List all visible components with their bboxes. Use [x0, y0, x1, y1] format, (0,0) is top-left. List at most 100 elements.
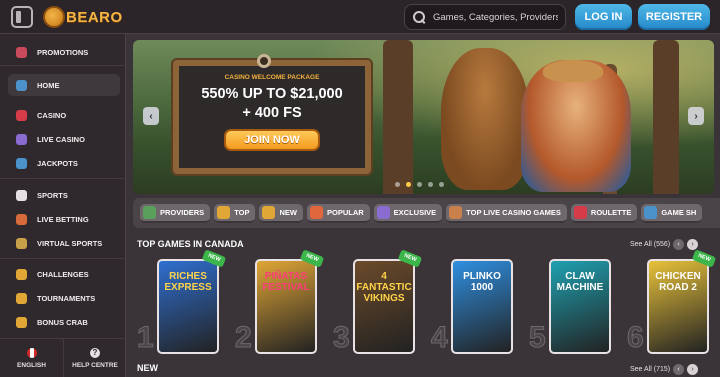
sidebar-item-casino[interactable]: CASINO	[8, 105, 120, 125]
main-content: CASINO WELCOME PACKAGE 550% UP TO $21,00…	[127, 34, 720, 377]
games-prev-button[interactable]: ‹	[673, 239, 685, 250]
register-button[interactable]: REGISTER	[638, 4, 710, 30]
cherry-icon	[16, 109, 27, 121]
cards-icon	[16, 133, 27, 145]
sidebar-divider	[0, 258, 126, 259]
game-tile[interactable]: 2 PIÑATAS FESTIVAL NEW	[235, 249, 325, 359]
category-new[interactable]: NEW	[259, 203, 303, 223]
sidebar-item-tournaments[interactable]: TOURNAMENTS	[8, 288, 120, 308]
game-thumbnail[interactable]: PLINKO 1000	[451, 259, 513, 354]
category-game-sh[interactable]: GAME SH	[641, 203, 703, 223]
new-next-button[interactable]: ›	[687, 364, 699, 375]
category-roulette[interactable]: ROULETTE	[570, 203, 638, 223]
promo-banner[interactable]: CASINO WELCOME PACKAGE 550% UP TO $21,00…	[133, 40, 714, 194]
sidebar-item-promotions[interactable]: PROMOTIONS	[8, 42, 120, 62]
promo-headline-line2: + 400 FS	[242, 105, 302, 121]
search-box[interactable]	[404, 4, 566, 30]
category-bar: PROVIDERS TOP NEW POPULAR EXCLUSIVE TOP LIVE …	[133, 198, 720, 228]
game-tile[interactable]: 1 RICHES EXPRESS NEW	[137, 249, 227, 359]
sidebar-item-label: CHALLENGES	[37, 269, 89, 279]
banner-dot[interactable]	[417, 182, 422, 187]
sidebar-item-label: HOME	[37, 80, 60, 90]
sidebar-item-label: LIVE CASINO	[37, 134, 85, 144]
language-selector[interactable]: ENGLISH	[0, 339, 63, 377]
banner-next-button[interactable]: ›	[688, 107, 704, 125]
sidebar-item-label: LIVE BETTING	[37, 214, 89, 224]
game-thumbnail[interactable]: CHICKEN ROAD 2	[647, 259, 709, 354]
see-all-link[interactable]: See All (715)	[630, 366, 670, 373]
sidebar-item-label: BONUS CRAB	[37, 317, 88, 327]
lightning-icon	[262, 205, 276, 219]
sidebar-item-live-betting[interactable]: LIVE BETTING	[8, 209, 120, 229]
game-title: CHICKEN ROAD 2	[655, 271, 701, 293]
sign-ring-icon	[257, 54, 271, 68]
category-label: ROULETTE	[590, 207, 632, 217]
roulette-icon	[573, 205, 587, 219]
game-thumbnail[interactable]: 4 FANTASTIC VIKINGS	[353, 259, 415, 354]
search-icon	[413, 11, 425, 23]
category-label: TOP	[234, 207, 250, 217]
banner-dot[interactable]	[428, 182, 433, 187]
game-tile[interactable]: 34 FANTASTIC VIKINGS NEW	[333, 249, 423, 359]
sidebar-item-sports[interactable]: SPORTS	[8, 185, 120, 205]
games-next-button[interactable]: ›	[687, 239, 699, 250]
help-centre-link[interactable]: ? HELP CENTRE	[63, 339, 126, 377]
game-title: PIÑATAS FESTIVAL	[262, 271, 310, 293]
game-tile[interactable]: 4 PLINKO 1000	[431, 259, 521, 359]
category-popular[interactable]: POPULAR	[306, 203, 370, 223]
bear-character	[441, 48, 529, 190]
cowboy-hat	[543, 60, 603, 82]
banner-dot[interactable]	[439, 182, 444, 187]
sidebar-item-virtual-sports[interactable]: VIRTUAL SPORTS	[8, 233, 120, 253]
category-label: EXCLUSIVE	[393, 207, 437, 217]
banner-prev-button[interactable]: ‹	[143, 107, 159, 125]
login-button[interactable]: LOG IN	[575, 4, 632, 30]
crab-icon	[16, 316, 27, 328]
sidebar-divider	[0, 178, 126, 179]
banner-dot[interactable]	[395, 182, 400, 187]
sidebar-item-label: TOURNAMENTS	[37, 293, 96, 303]
game-thumbnail[interactable]: RICHES EXPRESS	[157, 259, 219, 354]
soccer-ball-icon	[16, 189, 27, 201]
category-top-live-casino-games[interactable]: TOP LIVE CASINO GAMES	[446, 203, 567, 223]
banner-pagination	[395, 182, 444, 187]
search-input[interactable]	[433, 11, 558, 23]
sidebar-item-live-casino[interactable]: LIVE CASINO	[8, 129, 120, 149]
new-games-see-all: See All (715) ‹ ›	[630, 364, 699, 375]
sidebar-item-challenges[interactable]: CHALLENGES	[8, 264, 120, 284]
game-title: 4 FANTASTIC VIKINGS	[356, 271, 412, 304]
sidebar-item-home[interactable]: HOME	[8, 74, 120, 96]
logo-text: BEARO	[66, 8, 123, 26]
game-thumbnail[interactable]: PIÑATAS FESTIVAL	[255, 259, 317, 354]
game-tile[interactable]: 6 CHICKEN ROAD 2 NEW	[627, 249, 717, 359]
top-bar: BEARO LOG IN REGISTER	[0, 0, 720, 34]
sidebar-footer: ENGLISH ? HELP CENTRE	[0, 338, 126, 377]
horseshoe-icon	[16, 157, 27, 169]
sidebar-item-label: JACKPOTS	[37, 158, 78, 168]
new-prev-button[interactable]: ‹	[673, 364, 685, 375]
banner-dot[interactable]	[406, 182, 411, 187]
bear-paw-icon	[43, 6, 65, 28]
live-dealer-icon	[449, 205, 463, 219]
game-thumbnail[interactable]: CLAW MACHINE	[549, 259, 611, 354]
category-label: PROVIDERS	[160, 207, 205, 217]
sidebar-item-label: CASINO	[37, 110, 67, 120]
join-now-button[interactable]: JOIN NOW	[224, 129, 320, 151]
logo[interactable]: BEARO	[43, 5, 123, 29]
category-providers[interactable]: PROVIDERS	[140, 203, 211, 223]
fire-icon	[309, 205, 323, 219]
see-all-link[interactable]: See All (556)	[630, 241, 670, 248]
game-tile[interactable]: 5 CLAW MACHINE	[529, 259, 619, 359]
game-title: RICHES EXPRESS	[164, 271, 212, 293]
game-rank: 4	[431, 321, 449, 355]
category-exclusive[interactable]: EXCLUSIVE	[373, 203, 443, 223]
sidebar-divider	[0, 65, 126, 66]
category-top[interactable]: TOP	[214, 203, 256, 223]
sidebar-item-bonus-crab[interactable]: BONUS CRAB	[8, 312, 120, 332]
category-label: GAME SH	[661, 207, 697, 217]
sidebar-item-jackpots[interactable]: JACKPOTS	[8, 153, 120, 173]
sidebar-item-label: VIRTUAL SPORTS	[37, 238, 103, 248]
game-rank: 5	[529, 321, 547, 355]
sidebar-toggle-icon[interactable]	[11, 6, 33, 28]
live-icon	[16, 213, 27, 225]
